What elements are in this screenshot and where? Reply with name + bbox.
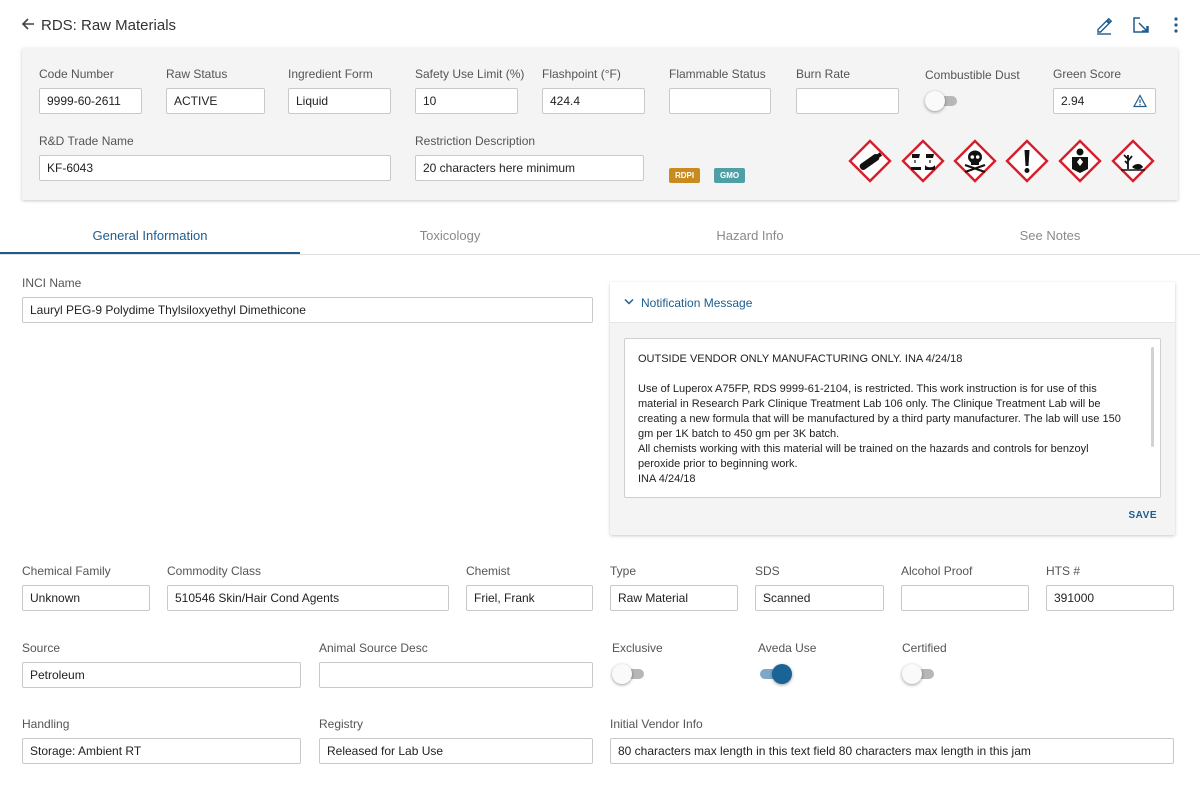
green-score-label: Green Score xyxy=(1053,67,1122,81)
inci-name-field[interactable]: Lauryl PEG-9 Polydime Thylsiloxyethyl Di… xyxy=(22,297,593,323)
exclusive-label: Exclusive xyxy=(612,641,663,655)
pencil-icon[interactable] xyxy=(1094,15,1114,35)
exclusive-toggle[interactable] xyxy=(612,664,646,684)
flashpoint-label: Flashpoint (°F) xyxy=(542,67,621,81)
exclamation-mark-icon xyxy=(1005,139,1049,183)
notification-paragraph: OUTSIDE VENDOR ONLY MANUFACTURING ONLY. … xyxy=(638,353,963,365)
trade-name-label: R&D Trade Name xyxy=(39,134,134,148)
hts-field[interactable]: 391000 xyxy=(1046,585,1174,611)
back-arrow-icon[interactable] xyxy=(20,16,36,32)
tab-hazard-info[interactable]: Hazard Info xyxy=(600,220,900,254)
code-number-field[interactable]: 9999-60-2611 xyxy=(39,88,142,114)
registry-field[interactable]: Released for Lab Use xyxy=(319,738,593,764)
initial-vendor-info-field[interactable]: 80 characters max length in this text fi… xyxy=(610,738,1174,764)
burn-rate-label: Burn Rate xyxy=(796,67,851,81)
registry-label: Registry xyxy=(319,717,364,731)
certified-toggle[interactable] xyxy=(902,664,936,684)
notification-line: material in Research Park Clinique Treat… xyxy=(638,398,1101,410)
type-field[interactable]: Raw Material xyxy=(610,585,738,611)
flammable-status-field[interactable] xyxy=(669,88,771,114)
flammable-status-label: Flammable Status xyxy=(669,67,766,81)
green-score-value: 2.94 xyxy=(1061,94,1085,108)
scrollbar[interactable] xyxy=(1151,347,1154,447)
commodity-class-field[interactable]: 510546 Skin/Hair Cond Agents xyxy=(167,585,449,611)
chemical-family-field[interactable]: Unknown xyxy=(22,585,150,611)
raw-status-label: Raw Status xyxy=(166,67,228,81)
type-label: Type xyxy=(610,564,637,578)
tab-divider xyxy=(0,254,1200,255)
sds-label: SDS xyxy=(755,564,780,578)
restriction-description-label: Restriction Description xyxy=(415,134,536,148)
combustible-dust-label: Combustible Dust xyxy=(925,68,1020,82)
commodity-class-label: Commodity Class xyxy=(167,564,262,578)
handling-field[interactable]: Storage: Ambient RT xyxy=(22,738,301,764)
ingredient-form-label: Ingredient Form xyxy=(288,67,373,81)
toggle-knob xyxy=(612,664,632,684)
notification-header[interactable]: Notification Message xyxy=(610,282,1175,323)
notification-line: gm per 1K batch to 450 gm per 3K batch. xyxy=(638,428,840,440)
source-field[interactable]: Petroleum xyxy=(22,662,301,688)
handling-label: Handling xyxy=(22,717,70,731)
notification-message-textarea[interactable]: OUTSIDE VENDOR ONLY MANUFACTURING ONLY. … xyxy=(624,338,1161,498)
chemical-family-label: Chemical Family xyxy=(22,564,111,578)
gmo-badge: GMO xyxy=(714,168,746,183)
aveda-use-toggle[interactable] xyxy=(758,664,792,684)
toggle-knob xyxy=(772,664,792,684)
burn-rate-field[interactable] xyxy=(796,88,899,114)
more-vertical-icon[interactable] xyxy=(1166,15,1186,35)
skull-crossbones-icon xyxy=(953,139,997,183)
rdpi-badge: RDPI xyxy=(669,168,701,183)
warning-triangle-icon xyxy=(1133,94,1147,108)
restriction-description-field[interactable]: 20 characters here minimum xyxy=(415,155,644,181)
alcohol-proof-label: Alcohol Proof xyxy=(901,564,973,578)
aveda-use-label: Aveda Use xyxy=(758,641,817,655)
certified-label: Certified xyxy=(902,641,947,655)
code-number-label: Code Number xyxy=(39,67,114,81)
chevron-down-icon xyxy=(624,298,634,305)
save-button[interactable]: SAVE xyxy=(1129,510,1158,521)
environment-icon xyxy=(1111,139,1155,183)
health-hazard-icon xyxy=(1058,139,1102,183)
notification-title: Notification Message xyxy=(641,296,753,310)
notification-line: peroxide prior to beginning work. xyxy=(638,458,798,470)
chemist-field[interactable]: Friel, Frank xyxy=(466,585,593,611)
corrosion-icon xyxy=(901,139,945,183)
hts-label: HTS # xyxy=(1046,564,1081,578)
notification-panel: Notification Message OUTSIDE VENDOR ONLY… xyxy=(610,282,1175,535)
gas-cylinder-icon xyxy=(848,139,892,183)
chemist-label: Chemist xyxy=(466,564,511,578)
tab-see-notes[interactable]: See Notes xyxy=(900,220,1200,254)
notification-line: All chemists working with this material … xyxy=(638,443,1089,455)
initial-vendor-info-label: Initial Vendor Info xyxy=(610,717,703,731)
toggle-knob xyxy=(902,664,922,684)
tab-toxicology[interactable]: Toxicology xyxy=(300,220,600,254)
animal-source-desc-field[interactable] xyxy=(319,662,593,688)
inci-name-label: INCI Name xyxy=(22,276,82,290)
green-score-field[interactable]: 2.94 xyxy=(1053,88,1156,114)
animal-source-desc-label: Animal Source Desc xyxy=(319,641,428,655)
tab-general-information[interactable]: General Information xyxy=(0,220,300,254)
notification-line: Use of Luperox A75FP, RDS 9999-61-2104, … xyxy=(638,383,1097,395)
sds-field[interactable]: Scanned xyxy=(755,585,884,611)
toggle-knob xyxy=(925,91,945,111)
ingredient-form-field[interactable]: Liquid xyxy=(288,88,391,114)
trade-name-field[interactable]: KF-6043 xyxy=(39,155,391,181)
notification-paragraph: Use of Luperox A75FP, RDS 9999-61-2104, … xyxy=(638,382,1140,487)
combustible-dust-toggle[interactable] xyxy=(925,91,959,111)
open-in-new-icon[interactable] xyxy=(1131,15,1151,35)
notification-line: creating a new formula that will be manu… xyxy=(638,413,1121,425)
flashpoint-field[interactable]: 424.4 xyxy=(542,88,645,114)
source-label: Source xyxy=(22,641,61,655)
safety-use-limit-label: Safety Use Limit (%) xyxy=(415,67,525,81)
alcohol-proof-field[interactable] xyxy=(901,585,1029,611)
safety-use-limit-field[interactable]: 10 xyxy=(415,88,518,114)
notification-line: INA 4/24/18 xyxy=(638,473,696,485)
raw-status-field[interactable]: ACTIVE xyxy=(166,88,265,114)
page-title: RDS: Raw Materials xyxy=(41,17,177,34)
